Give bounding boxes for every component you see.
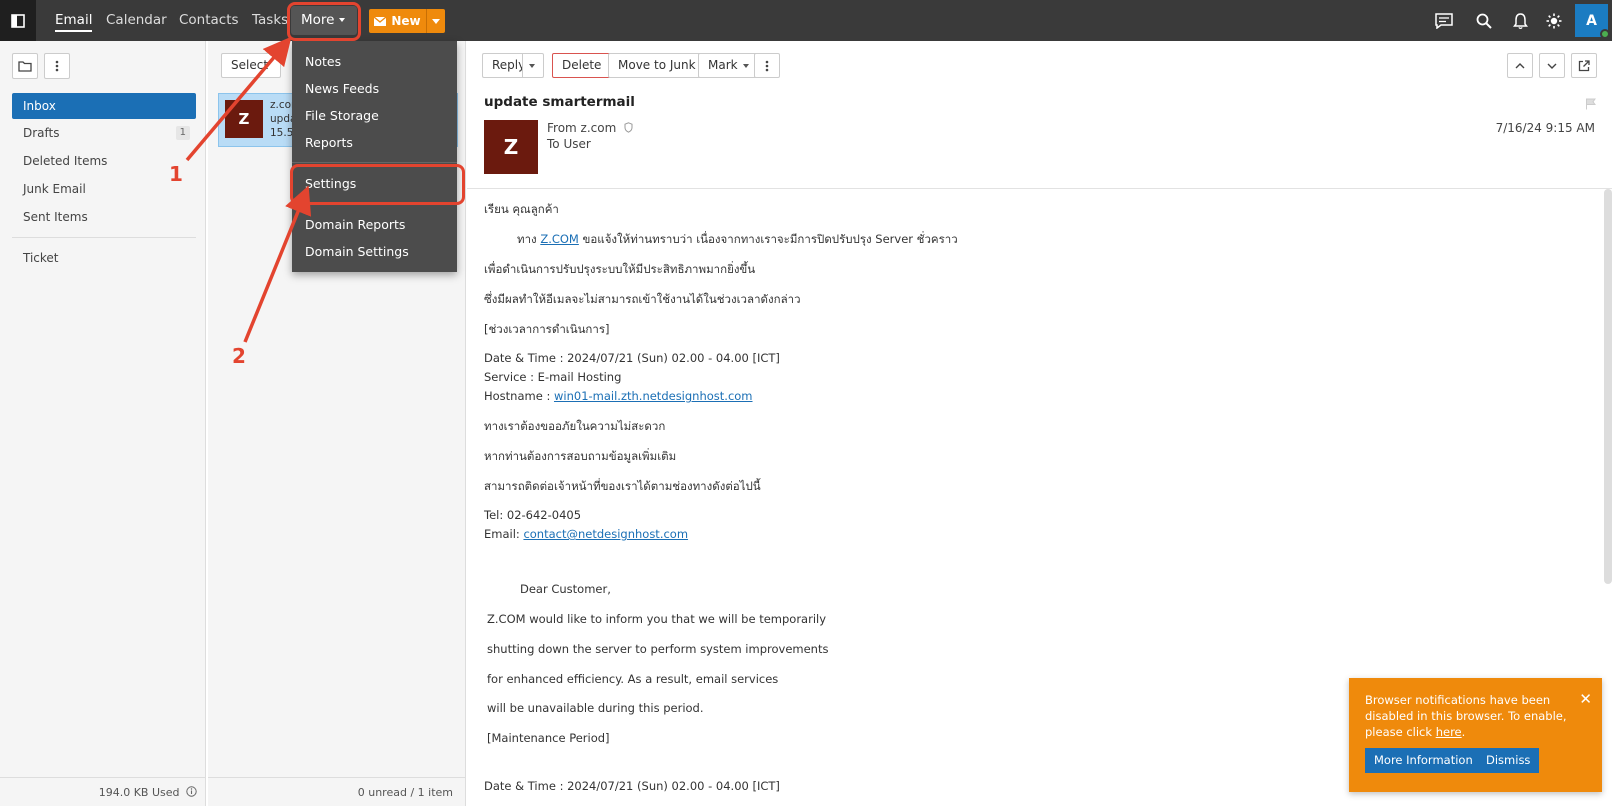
arrow-to-settings: [243, 185, 312, 343]
annotation-step-1: 1: [169, 162, 183, 186]
dismiss-button[interactable]: Dismiss: [1477, 748, 1540, 773]
more-information-button[interactable]: More Information: [1365, 748, 1482, 773]
arrow-to-more: [185, 36, 292, 162]
annotation-step-2: 2: [232, 344, 246, 368]
toast-message: Browser notifications have been disabled…: [1365, 693, 1567, 739]
close-icon[interactable]: ✕: [1579, 690, 1592, 708]
toast-here-link[interactable]: here: [1436, 725, 1462, 739]
notification-toast: Browser notifications have been disabled…: [1349, 678, 1602, 792]
